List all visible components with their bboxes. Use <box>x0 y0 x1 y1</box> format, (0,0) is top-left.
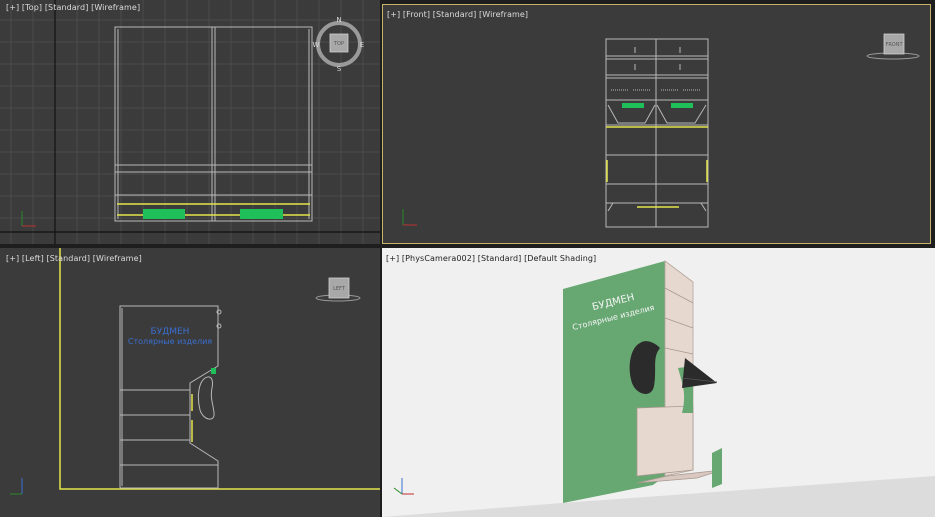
viewport-plus-menu[interactable]: [+] <box>6 3 19 12</box>
front-view-canvas: FRONT <box>402 33 920 228</box>
viewport-label-front: [+] [Front] [Standard] [Wireframe] <box>387 10 528 19</box>
compass-west: W <box>313 41 320 49</box>
world-axes <box>0 0 380 244</box>
viewcube-front[interactable]: FRONT <box>866 33 920 60</box>
viewport-camera[interactable]: БУДМЕН Столярные изделия [+] [PhysCamera… <box>382 248 935 517</box>
viewport-label-top: [+] [Top] [Standard] [Wireframe] <box>6 3 140 12</box>
left-view-canvas: БУДМЕН Столярные изделия LEFT <box>10 248 380 495</box>
viewport-view-menu[interactable]: [Left] <box>22 254 44 263</box>
viewport-plus-menu[interactable]: [+] <box>387 10 400 19</box>
grid <box>0 0 380 244</box>
viewport-mode-menu[interactable]: [Standard] <box>46 254 90 263</box>
left-green-handle <box>211 368 216 374</box>
compass-south: S <box>337 65 342 73</box>
compass-east: E <box>360 41 364 49</box>
viewport-top[interactable]: TOP N S E W [+] [Top] [Standard] [Wirefr… <box>0 0 380 244</box>
viewcube-label-top: TOP <box>333 41 344 47</box>
viewport-label-left: [+] [Left] [Standard] [Wireframe] <box>6 254 142 263</box>
viewcube-label-left: LEFT <box>333 286 346 292</box>
viewport-view-menu[interactable]: [Front] <box>403 10 430 19</box>
viewport-front[interactable]: FRONT [+] [Front] [Standard] [Wireframe] <box>382 4 931 244</box>
top-model-wireframe <box>114 26 313 222</box>
viewport-label-camera: [+] [PhysCamera002] [Standard] [Default … <box>386 254 596 263</box>
viewcube-label-front: FRONT <box>885 42 903 48</box>
compass-north: N <box>336 16 341 24</box>
camera-view-canvas: БУДМЕН Столярные изделия <box>382 260 935 517</box>
viewport-plus-menu[interactable]: [+] <box>6 254 19 263</box>
viewport-left[interactable]: БУДМЕН Столярные изделия LEFT [+] [Left]… <box>0 248 380 517</box>
viewport-mode-menu[interactable]: [Standard] <box>478 254 522 263</box>
left-sign-text: БУДМЕН Столярные изделия <box>128 327 212 346</box>
viewport-shading-menu[interactable]: [Default Shading] <box>524 254 596 263</box>
viewport-shading-menu[interactable]: [Wireframe] <box>479 10 528 19</box>
left-sign-subtitle: Столярные изделия <box>128 337 212 346</box>
ground-plane <box>382 476 935 517</box>
viewcube-left[interactable]: LEFT <box>315 277 361 302</box>
viewport-shading-menu[interactable]: [Wireframe] <box>93 254 142 263</box>
top-view-canvas: TOP N S E W <box>0 0 380 244</box>
left-sign-title: БУДМЕН <box>151 327 190 337</box>
axis-tripod-camera <box>393 478 414 495</box>
viewport-shading-menu[interactable]: [Wireframe] <box>91 3 140 12</box>
viewport-view-menu[interactable]: [PhysCamera002] <box>402 254 475 263</box>
front-model-wireframe <box>605 38 709 228</box>
axis-tripod-left <box>10 478 23 495</box>
axis-tripod-front <box>402 209 417 226</box>
front-highlight-rails <box>606 126 708 208</box>
viewport-mode-menu[interactable]: [Standard] <box>45 3 89 12</box>
viewport-mode-menu[interactable]: [Standard] <box>433 10 477 19</box>
viewport-view-menu[interactable]: [Top] <box>22 3 42 12</box>
viewport-plus-menu[interactable]: [+] <box>386 254 399 263</box>
